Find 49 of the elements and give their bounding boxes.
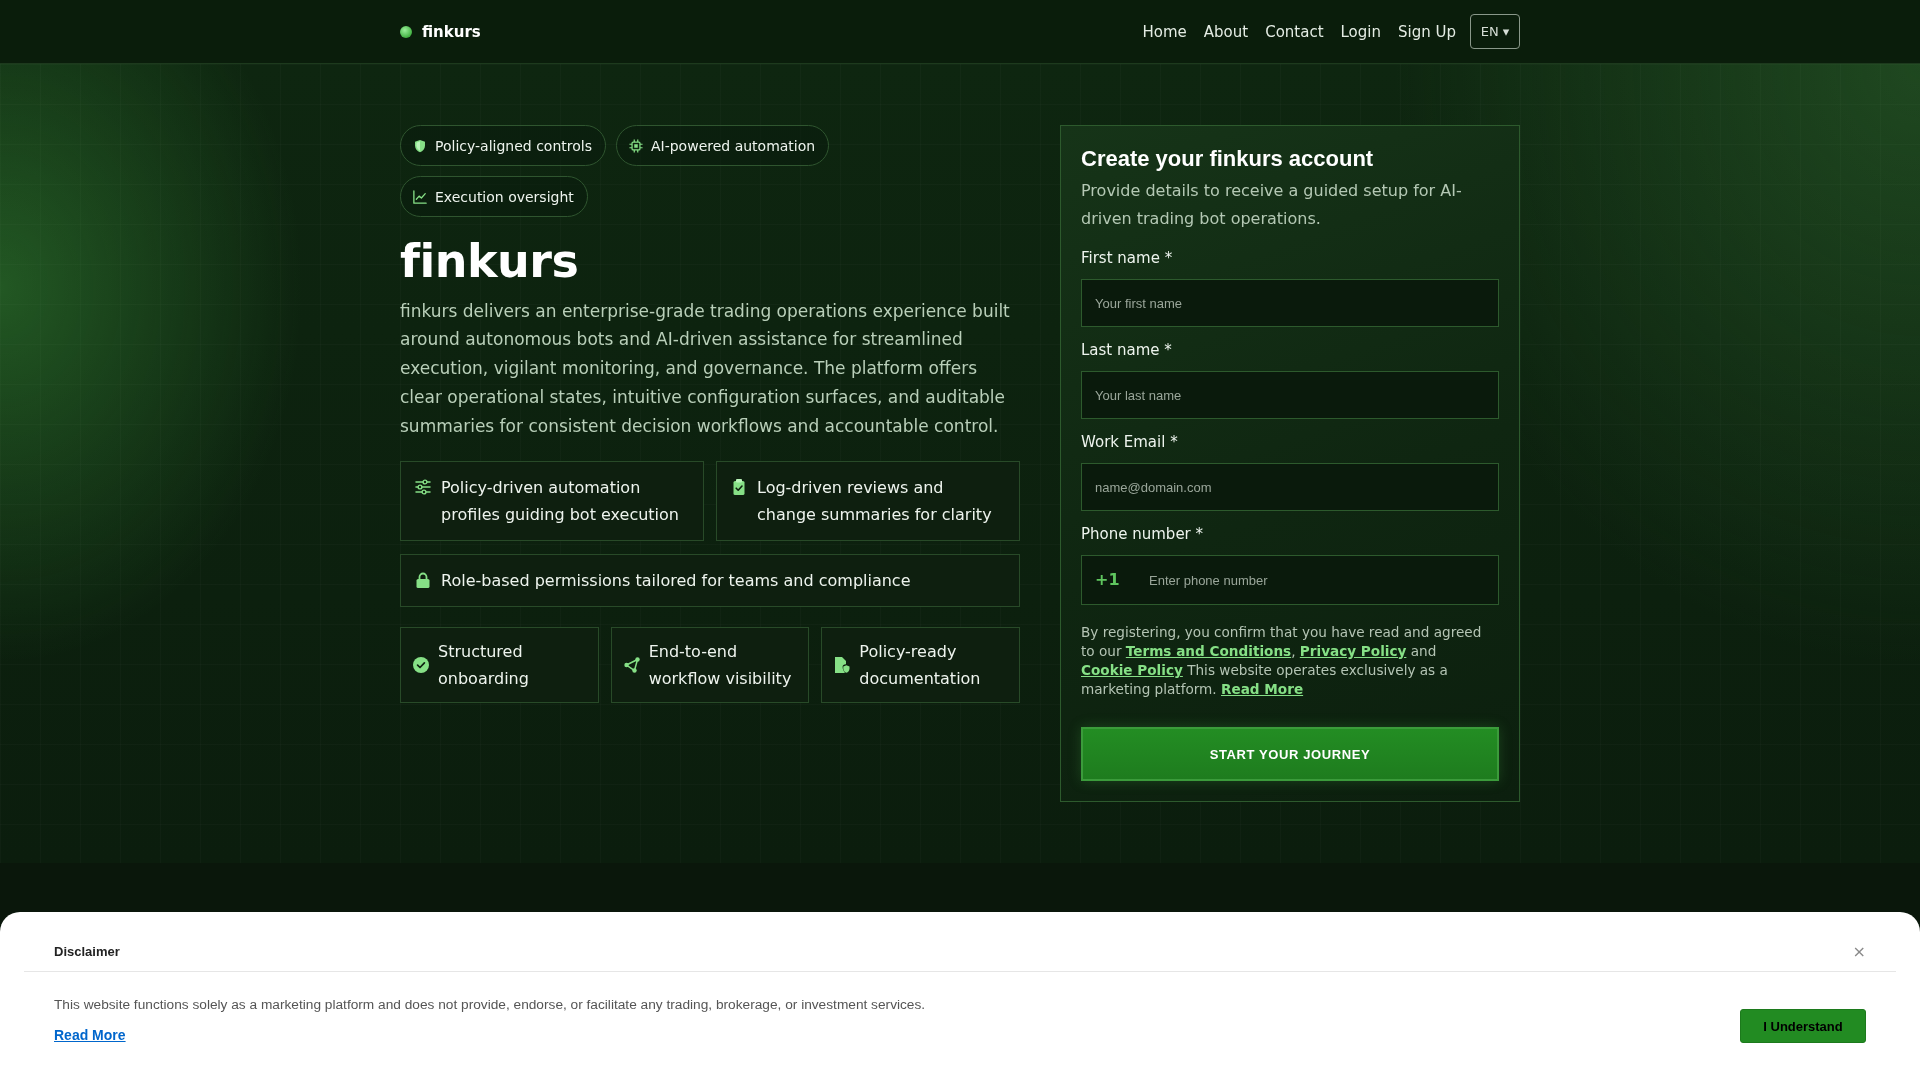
terms-link[interactable]: Terms and Conditions [1125,643,1292,660]
disclaimer-text: This website functions solely as a marketing platform and does not provide, endorse, or facilitate any trading, brokerage, or investment services. [54,996,926,1014]
disclaimer-title: Disclaimer [54,943,120,961]
form-title: Create your finkurs account [1081,146,1375,173]
feature-text: Policy-driven automation profiles guiding bot execution [441,477,680,527]
highlight-text: End-to-end workflow visibility [648,641,793,691]
cpu-chip-icon [628,138,643,153]
nav-link[interactable]: About [1203,22,1249,41]
nav-link[interactable]: Sign Up [1398,22,1456,41]
hero-description: finkurs delivers an enterprise-grade trading operations experience built around autonomous bots and AI-driven assistance for streamlined execution, vigilant monitoring, and governance. The platform offers clear operational states, intuitive configuration surfaces, and auditable summaries for consistent decision workflows and accountable control. [400,299,1011,439]
read-more-link[interactable]: Read More [54,1026,126,1044]
field-label: Phone number * [1081,524,1205,546]
form-subtitle: Provide details to receive a guided setup for AI-driven trading bot operations. [1081,180,1463,231]
hero-title: finkurs [400,236,580,287]
nav-link[interactable]: Home [1142,22,1187,41]
cookie-policy-link[interactable]: Cookie Policy [1081,662,1183,679]
read-more-link[interactable]: Read More [1221,681,1304,698]
language-selector[interactable]: EN ▾ [1470,14,1520,49]
shield-icon [413,138,427,153]
nav-link[interactable]: Login [1340,22,1381,41]
consent-text: By registering, you confirm that you have read and agreed to our Terms and Conditions, Privacy Policy and Cookie Policy This website operates exclusively as a marketing platform. Read More [1081,623,1483,700]
line-chart-icon [413,189,427,204]
tag-label: Policy-aligned controls [435,137,592,154]
highlight-text: Policy-ready documentation [859,641,982,691]
tag-label: AI-powered automation [650,137,816,154]
highlight-text: Structured onboarding [438,641,530,691]
country-code: +1 [1095,570,1120,591]
field-label: First name * [1081,248,1174,270]
tag-label: Execution oversight [435,188,574,205]
logo-link[interactable]: finkurs [400,22,481,41]
close-button[interactable]: × [1852,942,1866,961]
logo-dot-icon [400,25,412,38]
feature-text: Log-driven reviews and change summaries for clarity [757,477,993,527]
network-nodes-icon [623,657,640,674]
sliders-icon [415,479,431,496]
check-circle-icon [413,657,429,674]
nav-link[interactable]: Contact [1265,22,1324,41]
feature-text: Role-based permissions tailored for teams and compliance [441,570,911,593]
email-input[interactable]: name@domain.com [1081,463,1499,512]
lock-icon [415,572,431,589]
last-name-input[interactable]: Your last name [1081,371,1499,420]
understand-button[interactable]: I Understand [1740,1009,1866,1043]
clipboard-check-icon [731,479,747,496]
field-label: Last name * [1081,340,1173,362]
first-name-input[interactable]: Your first name [1081,279,1499,328]
submit-button[interactable]: START YOUR JOURNEY [1081,727,1499,782]
field-label: Work Email * [1081,432,1179,454]
privacy-policy-link[interactable]: Privacy Policy [1299,643,1407,660]
document-shield-icon [834,657,851,674]
